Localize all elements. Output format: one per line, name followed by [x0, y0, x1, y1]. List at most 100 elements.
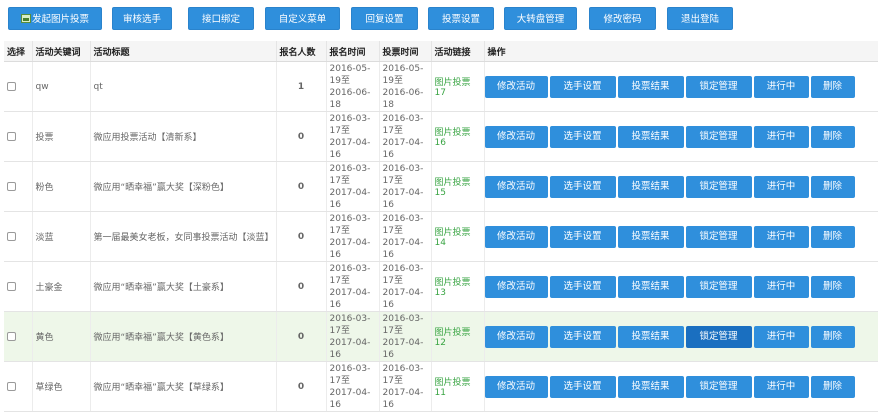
- activity-link[interactable]: 图片投票14: [435, 228, 471, 248]
- vote-time-cell: 2016-03-17至2017-04-16: [379, 111, 432, 162]
- vote-settings-button[interactable]: 投票设置: [428, 7, 494, 30]
- activity-link[interactable]: 图片投票12: [435, 328, 471, 348]
- vote-results-button[interactable]: 投票结果: [617, 125, 684, 148]
- delete-button[interactable]: 删除: [810, 325, 855, 348]
- player-settings-button[interactable]: 选手设置: [549, 275, 616, 298]
- player-settings-button[interactable]: 选手设置: [549, 225, 616, 248]
- logout-button[interactable]: 退出登陆: [667, 7, 733, 30]
- vote-results-button[interactable]: 投票结果: [617, 225, 684, 248]
- activity-link[interactable]: 图片投票13: [435, 278, 471, 298]
- table-row: 投票 微应用投票活动【清新系】 0 2016-03-17至2017-04-16 2016…: [4, 111, 878, 162]
- delete-button[interactable]: 删除: [810, 175, 855, 198]
- in-progress-button[interactable]: 进行中: [753, 325, 809, 348]
- in-progress-button[interactable]: 进行中: [753, 275, 809, 298]
- lock-management-button[interactable]: 锁定管理: [685, 175, 752, 198]
- vote-results-button[interactable]: 投票结果: [617, 325, 684, 348]
- header-title: 活动标题: [90, 41, 277, 62]
- delete-button[interactable]: 删除: [810, 375, 855, 398]
- in-progress-button[interactable]: 进行中: [753, 175, 809, 198]
- vote-time-cell: 2016-03-17至2017-04-16: [379, 311, 432, 362]
- select-cell: [4, 161, 33, 212]
- lock-management-button[interactable]: 锁定管理: [685, 375, 752, 398]
- link-cell: 图片投票14: [431, 211, 485, 262]
- activity-link[interactable]: 图片投票11: [435, 378, 471, 398]
- header-signup-time: 报名时间: [326, 41, 380, 62]
- delete-button[interactable]: 删除: [810, 75, 855, 98]
- title-cell: 微应用“晒幸福”赢大奖【土豪系】: [90, 261, 277, 312]
- table-row: 土豪金 微应用“晒幸福”赢大奖【土豪系】 0 2016-03-17至2017-04-1…: [4, 261, 878, 312]
- vote-results-button[interactable]: 投票结果: [617, 375, 684, 398]
- in-progress-button[interactable]: 进行中: [753, 375, 809, 398]
- link-cell: 图片投票16: [431, 111, 485, 162]
- lock-management-button[interactable]: 锁定管理: [685, 275, 752, 298]
- edit-activity-button[interactable]: 修改活动: [484, 125, 548, 148]
- vote-results-button[interactable]: 投票结果: [617, 275, 684, 298]
- lock-management-button[interactable]: 锁定管理: [685, 325, 752, 348]
- top-toolbar: 发起图片投票 审核选手 接口绑定 自定义菜单 回复设置 投票设置 大转盘管理 修…: [0, 0, 878, 36]
- actions-cell: 修改活动 选手设置 投票结果 锁定管理 进行中 删除: [484, 311, 878, 362]
- link-cell: 图片投票15: [431, 161, 485, 212]
- header-actions: 操作: [484, 41, 878, 62]
- vote-results-button[interactable]: 投票结果: [617, 175, 684, 198]
- row-checkbox[interactable]: [7, 131, 16, 141]
- player-settings-button[interactable]: 选手设置: [549, 75, 616, 98]
- start-picture-vote-button[interactable]: 发起图片投票: [8, 7, 102, 30]
- header-vote-time: 投票时间: [379, 41, 432, 62]
- row-checkbox[interactable]: [7, 181, 16, 191]
- title-cell: 微应用投票活动【清新系】: [90, 111, 277, 162]
- lock-management-button[interactable]: 锁定管理: [685, 75, 752, 98]
- delete-button[interactable]: 删除: [810, 275, 855, 298]
- player-settings-button[interactable]: 选手设置: [549, 325, 616, 348]
- select-cell: [4, 261, 33, 312]
- row-checkbox[interactable]: [7, 381, 16, 391]
- row-checkbox[interactable]: [7, 231, 16, 241]
- edit-activity-button[interactable]: 修改活动: [484, 225, 548, 248]
- lock-management-button[interactable]: 锁定管理: [685, 125, 752, 148]
- table-row: 粉色 微应用“晒幸福”赢大奖【深粉色】 0 2016-03-17至2017-04-16…: [4, 161, 878, 212]
- in-progress-button[interactable]: 进行中: [753, 125, 809, 148]
- keyword-cell: 粉色: [32, 161, 91, 212]
- player-settings-button[interactable]: 选手设置: [549, 375, 616, 398]
- in-progress-button[interactable]: 进行中: [753, 225, 809, 248]
- count-cell: 1: [276, 61, 327, 112]
- delete-button[interactable]: 删除: [810, 125, 855, 148]
- row-checkbox[interactable]: [7, 281, 16, 291]
- edit-activity-button[interactable]: 修改活动: [484, 325, 548, 348]
- edit-activity-button[interactable]: 修改活动: [484, 175, 548, 198]
- signup-time-cell: 2016-03-17至2017-04-16: [326, 161, 380, 212]
- lock-management-button[interactable]: 锁定管理: [685, 225, 752, 248]
- interface-binding-button[interactable]: 接口绑定: [188, 7, 254, 30]
- vote-results-button[interactable]: 投票结果: [617, 75, 684, 98]
- signup-time-cell: 2016-03-17至2017-04-16: [326, 361, 380, 412]
- wheel-management-button[interactable]: 大转盘管理: [504, 7, 577, 30]
- keyword-cell: 淡蓝: [32, 211, 91, 262]
- activity-link[interactable]: 图片投票16: [435, 128, 471, 148]
- keyword-cell: 投票: [32, 111, 91, 162]
- select-cell: [4, 311, 33, 362]
- vote-time-cell: 2016-03-17至2017-04-16: [379, 261, 432, 312]
- signup-time-cell: 2016-03-17至2017-04-16: [326, 111, 380, 162]
- start-picture-vote-label: 发起图片投票: [31, 14, 89, 25]
- edit-activity-button[interactable]: 修改活动: [484, 375, 548, 398]
- link-cell: 图片投票17: [431, 61, 485, 112]
- reply-settings-button[interactable]: 回复设置: [351, 7, 418, 30]
- player-settings-button[interactable]: 选手设置: [549, 125, 616, 148]
- review-players-button[interactable]: 审核选手: [112, 7, 172, 30]
- edit-activity-button[interactable]: 修改活动: [484, 275, 548, 298]
- table-row: qw qt 1 2016-05-19至2016-06-18 2016-05-19至201…: [4, 61, 878, 112]
- title-cell: qt: [90, 61, 277, 112]
- activity-link[interactable]: 图片投票17: [435, 78, 471, 98]
- delete-button[interactable]: 删除: [810, 225, 855, 248]
- player-settings-button[interactable]: 选手设置: [549, 175, 616, 198]
- keyword-cell: 草绿色: [32, 361, 91, 412]
- row-checkbox[interactable]: [7, 331, 16, 341]
- row-checkbox[interactable]: [7, 81, 16, 91]
- count-cell: 0: [276, 111, 327, 162]
- actions-cell: 修改活动 选手设置 投票结果 锁定管理 进行中 删除: [484, 161, 878, 212]
- custom-menu-button[interactable]: 自定义菜单: [265, 7, 340, 30]
- change-password-button[interactable]: 修改密码: [589, 7, 656, 30]
- link-cell: 图片投票11: [431, 361, 485, 412]
- activity-link[interactable]: 图片投票15: [435, 178, 471, 198]
- edit-activity-button[interactable]: 修改活动: [484, 75, 548, 98]
- in-progress-button[interactable]: 进行中: [753, 75, 809, 98]
